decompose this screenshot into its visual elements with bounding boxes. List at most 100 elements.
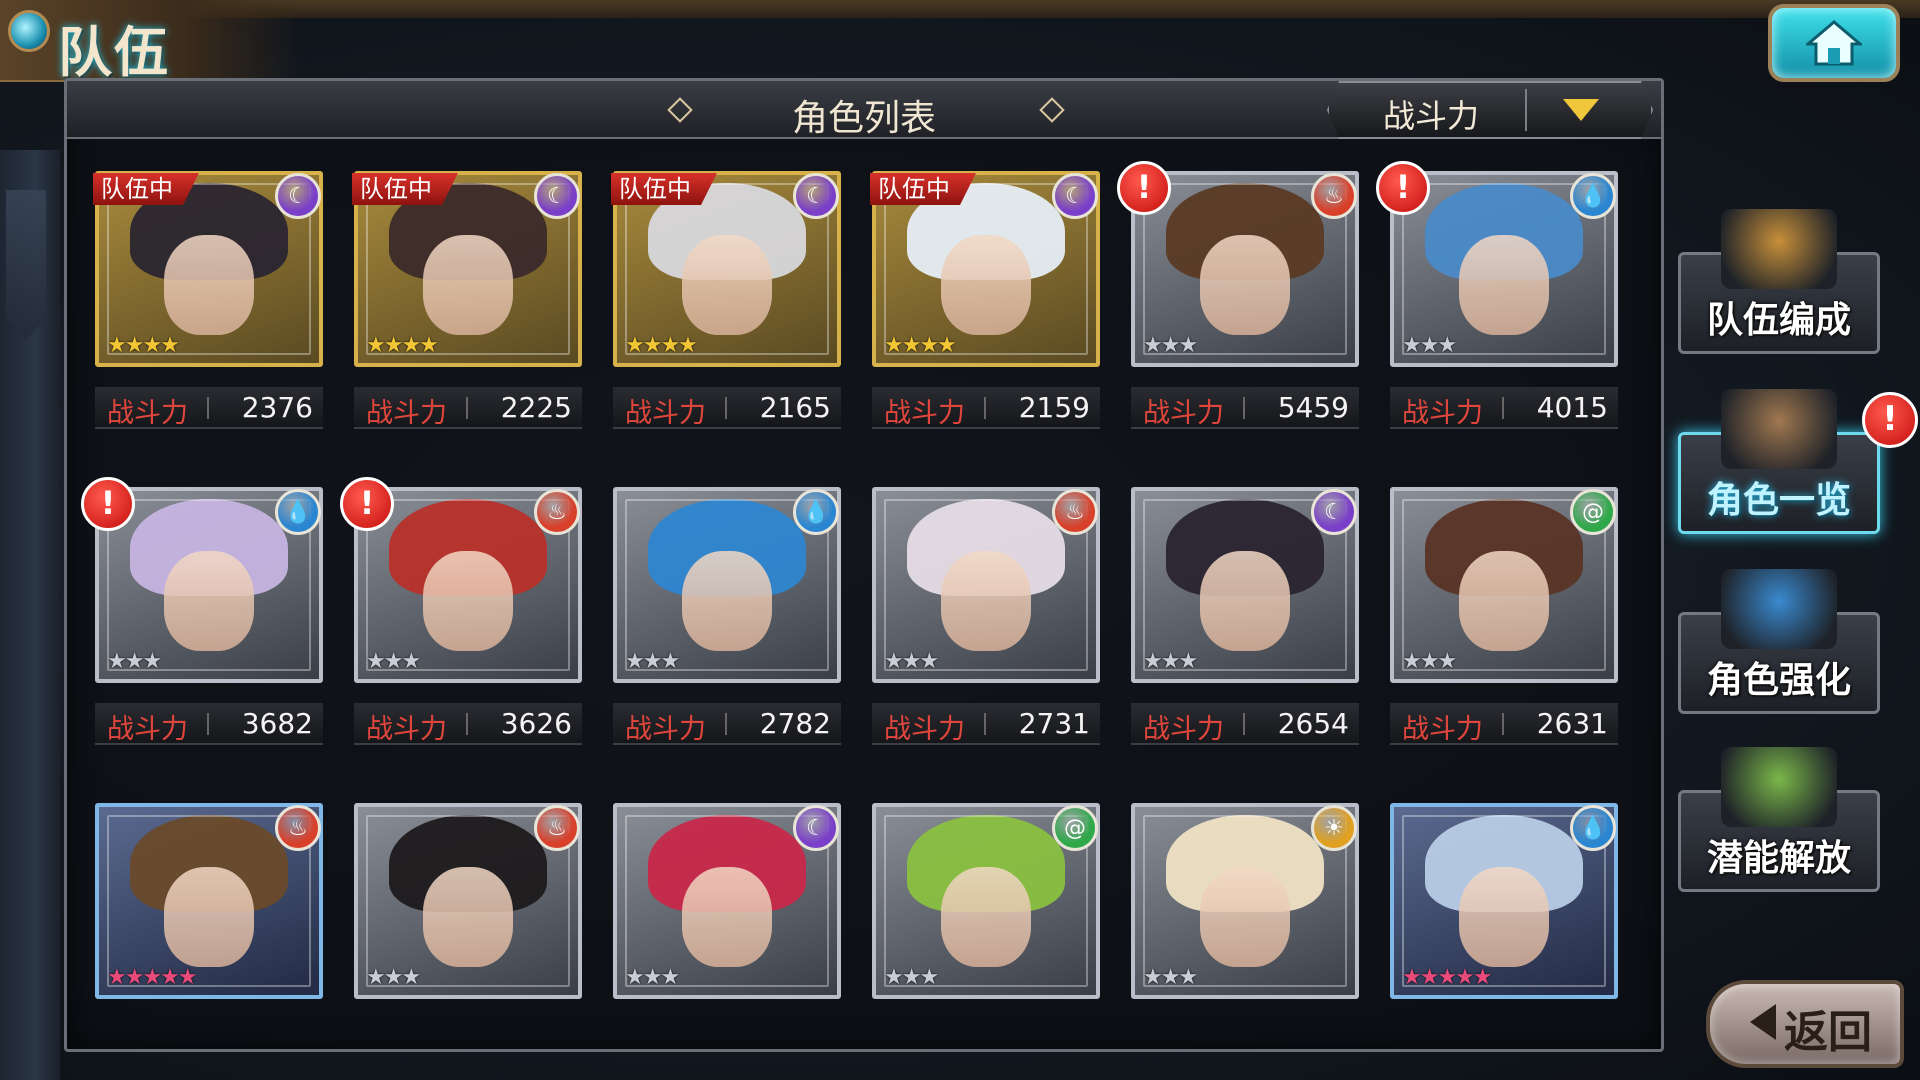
character-card[interactable]: ★★★★ 队伍中 ☾ 战斗力 2376 — [95, 171, 323, 429]
character-card[interactable]: ★★★ ♨! 战斗力 5459 — [1117, 161, 1359, 429]
alert-badge-icon: ! — [81, 477, 135, 531]
panel-header: 角色列表 战斗力 — [67, 81, 1661, 139]
character-list-panel: 角色列表 战斗力 ★★★★ 队伍中 ☾ 战斗力 2376 ★★★★ 队伍中 ☾ 战斗力 2225 ★… — [64, 78, 1664, 1052]
power-label: 战斗力 — [625, 714, 706, 745]
menu-art-icon — [1721, 209, 1837, 289]
sort-dropdown[interactable]: 战斗力 — [1327, 81, 1653, 139]
star-rating-icon: ★★★ — [884, 649, 939, 674]
triangle-down-icon[interactable] — [1563, 99, 1599, 121]
power-row: 战斗力 2731 — [872, 703, 1100, 745]
star-rating-icon: ★★★ — [1143, 965, 1198, 990]
in-team-badge: 队伍中 — [870, 173, 976, 205]
background-left — [0, 150, 60, 1080]
character-card[interactable]: ★★★★★ 💧 — [1390, 803, 1618, 999]
arrow-left-icon — [1750, 1004, 1776, 1040]
power-label: 战斗力 — [625, 398, 706, 429]
star-rating-icon: ★★★★★ — [1402, 965, 1493, 990]
star-rating-icon: ★★★ — [1402, 649, 1457, 674]
power-divider — [466, 713, 468, 735]
character-card[interactable]: ★★★ @ 战斗力 2631 — [1390, 487, 1618, 745]
star-rating-icon: ★★★ — [1143, 333, 1198, 358]
side-menu-button[interactable]: 角色一览 — [1678, 389, 1880, 534]
star-rating-icon: ★★★ — [1402, 333, 1457, 358]
star-rating-icon: ★★★ — [884, 965, 939, 990]
character-card[interactable]: ★★★★ 队伍中 ☾ 战斗力 2159 — [870, 171, 1100, 429]
power-row: 战斗力 2165 — [613, 387, 841, 429]
power-divider — [1243, 713, 1245, 735]
power-row: 战斗力 2631 — [1390, 703, 1618, 745]
power-divider — [1243, 397, 1245, 419]
back-button[interactable]: 返回 — [1706, 980, 1904, 1068]
alert-badge-icon: ! — [340, 477, 394, 531]
character-card[interactable]: ★★★ 💧! 战斗力 3682 — [81, 477, 323, 745]
power-value: 2225 — [500, 391, 572, 424]
water-element-icon: 💧 — [1570, 173, 1616, 219]
character-card[interactable]: ★★★ ☾ 战斗力 2654 — [1131, 487, 1359, 745]
star-rating-icon: ★★★★ — [625, 333, 698, 358]
power-value: 3626 — [500, 707, 572, 740]
character-card[interactable]: ★★★★★ ♨ — [95, 803, 323, 999]
menu-art-icon — [1721, 747, 1837, 827]
fire-element-icon: ♨ — [1052, 489, 1098, 535]
power-label: 战斗力 — [1143, 714, 1224, 745]
wind-element-icon: @ — [1570, 489, 1616, 535]
alert-badge-icon: ! — [1117, 161, 1171, 215]
power-divider — [466, 397, 468, 419]
side-menu-button[interactable]: 潜能解放 — [1678, 747, 1880, 892]
power-label: 战斗力 — [884, 714, 965, 745]
moon-element-icon: ☾ — [275, 173, 321, 219]
power-value: 5459 — [1277, 391, 1349, 424]
water-element-icon: 💧 — [275, 489, 321, 535]
side-menu-label: 角色一览 — [1706, 480, 1851, 521]
character-card[interactable]: ★★★ 💧! 战斗力 4015 — [1376, 161, 1618, 429]
gem-icon — [8, 10, 50, 52]
power-divider — [984, 713, 986, 735]
home-button[interactable] — [1768, 4, 1900, 82]
power-label: 战斗力 — [1402, 714, 1483, 745]
power-value: 3682 — [241, 707, 313, 740]
power-label: 战斗力 — [1143, 398, 1224, 429]
character-card[interactable]: ★★★★ 队伍中 ☾ 战斗力 2225 — [354, 171, 582, 429]
page-title: 队伍 — [58, 21, 170, 84]
sort-divider — [1525, 89, 1527, 131]
wind-element-icon: @ — [1052, 805, 1098, 851]
star-rating-icon: ★★★ — [1143, 649, 1198, 674]
power-label: 战斗力 — [107, 398, 188, 429]
side-menu-label: 队伍编成 — [1706, 300, 1851, 341]
side-menu-button[interactable]: 队伍编成 — [1678, 209, 1880, 354]
alert-badge-icon: ! — [1376, 161, 1430, 215]
character-card[interactable]: ★★★ 💧 战斗力 2782 — [613, 487, 841, 745]
power-row: 战斗力 2159 — [872, 387, 1100, 429]
character-card[interactable]: ★★★ @ — [872, 803, 1100, 999]
power-divider — [1502, 397, 1504, 419]
moon-element-icon: ☾ — [793, 173, 839, 219]
header-title-plate: 队伍 — [0, 0, 300, 84]
power-value: 2731 — [1018, 707, 1090, 740]
power-divider — [1502, 713, 1504, 735]
power-label: 战斗力 — [366, 398, 447, 429]
character-card[interactable]: ★★★ ☀ — [1131, 803, 1359, 999]
power-label: 战斗力 — [1402, 398, 1483, 429]
moon-element-icon: ☾ — [534, 173, 580, 219]
water-element-icon: 💧 — [793, 489, 839, 535]
banner-decoration — [6, 190, 46, 340]
character-card[interactable]: ★★★★ 队伍中 ☾ 战斗力 2165 — [613, 171, 841, 429]
star-rating-icon: ★★★★ — [107, 333, 180, 358]
power-divider — [207, 397, 209, 419]
moon-element-icon: ☾ — [793, 805, 839, 851]
water-element-icon: 💧 — [1570, 805, 1616, 851]
alert-badge-icon: ! — [1862, 392, 1918, 448]
character-card[interactable]: ★★★ ♨ — [354, 803, 582, 999]
power-divider — [984, 397, 986, 419]
star-rating-icon: ★★★★★ — [107, 965, 198, 990]
moon-element-icon: ☾ — [1311, 489, 1357, 535]
star-rating-icon: ★★★ — [366, 965, 421, 990]
character-card[interactable]: ★★★ ♨! 战斗力 3626 — [340, 477, 582, 745]
star-rating-icon: ★★★ — [625, 965, 680, 990]
side-menu-button[interactable]: 角色强化 — [1678, 569, 1880, 714]
character-card[interactable]: ★★★ ♨ 战斗力 2731 — [872, 487, 1100, 745]
character-card[interactable]: ★★★ ☾ — [613, 803, 841, 999]
star-rating-icon: ★★★★ — [366, 333, 439, 358]
fire-element-icon: ♨ — [275, 805, 321, 851]
sort-dropdown-value: 战斗力 — [1382, 97, 1479, 135]
